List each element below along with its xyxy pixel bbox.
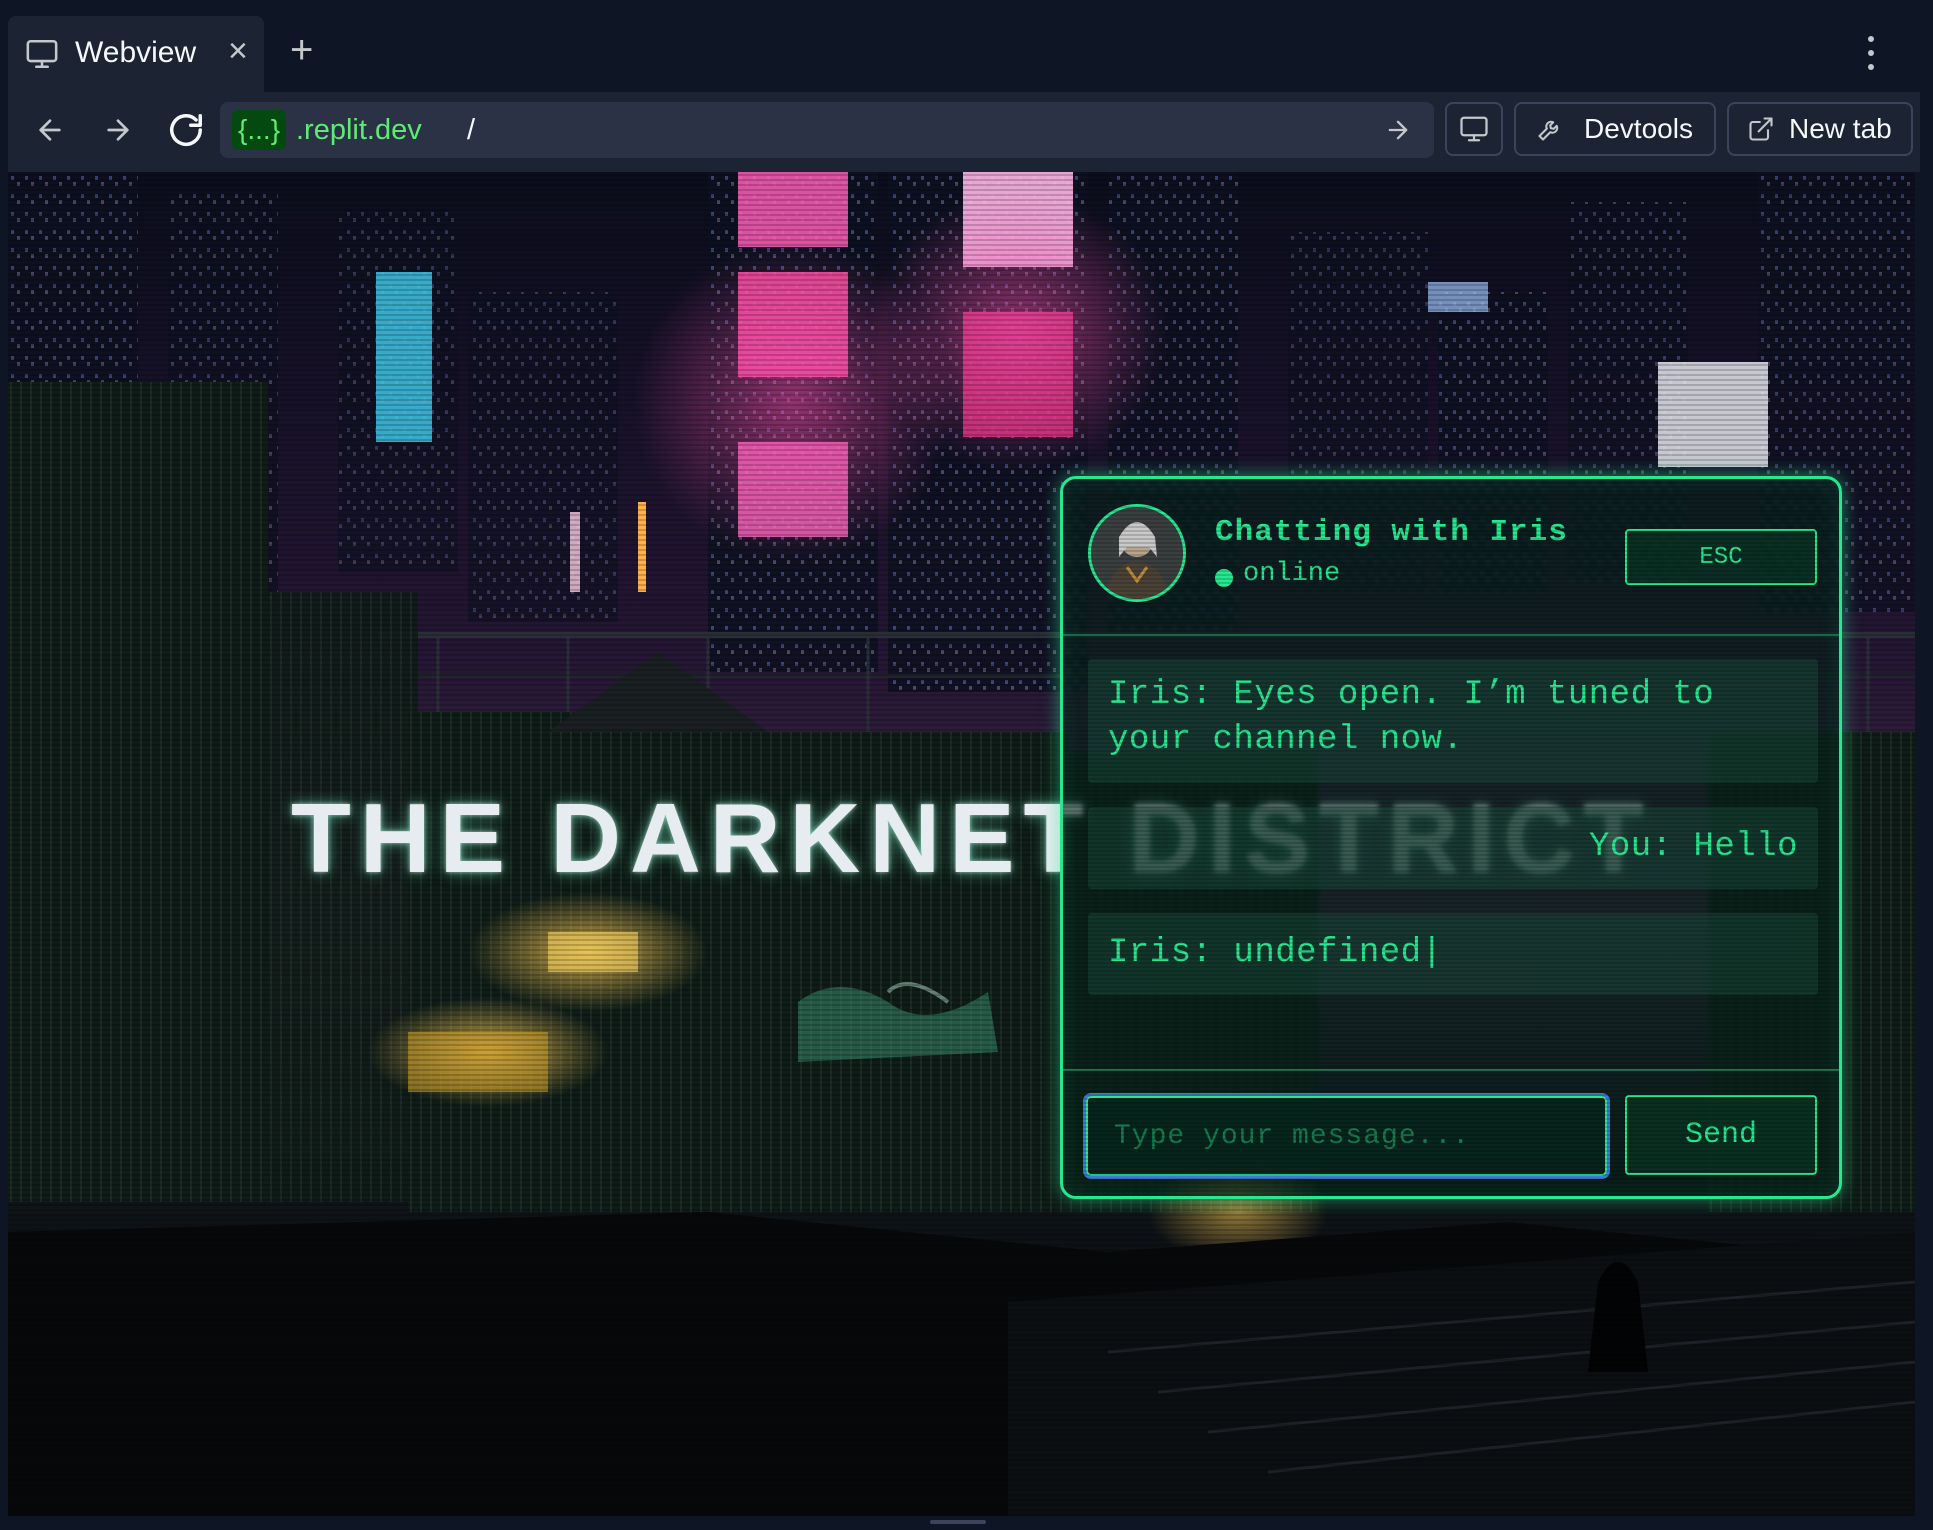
chat-header: Chatting with Iris online ESC xyxy=(1063,479,1839,636)
chat-message: You: Hello xyxy=(1088,807,1818,889)
chat-message: Iris: undefined| xyxy=(1088,913,1818,995)
browser-chrome: Webview × + {...} .replit.dev / Devtools… xyxy=(8,0,1920,172)
wrench-icon xyxy=(1538,120,1559,141)
typing-caret: | xyxy=(1421,934,1443,972)
reload-button[interactable] xyxy=(164,108,208,152)
message-text: You: Hello xyxy=(1588,828,1798,866)
new-tab-button[interactable]: New tab xyxy=(1727,102,1913,156)
status-dot-icon xyxy=(1215,569,1233,587)
kebab-menu-icon[interactable] xyxy=(1868,36,1874,70)
go-arrow-icon[interactable] xyxy=(1384,116,1412,144)
external-link-icon xyxy=(1749,117,1773,141)
arrow-right-icon xyxy=(107,119,129,141)
plus-icon[interactable]: + xyxy=(290,30,313,70)
devtools-button[interactable]: Devtools xyxy=(1514,102,1716,156)
character-portrait-icon xyxy=(1091,507,1183,599)
message-text: Iris: Eyes open. I’m tuned to your chann… xyxy=(1108,676,1715,759)
chat-title: Chatting with Iris xyxy=(1215,515,1568,550)
reload-icon xyxy=(170,114,202,146)
avatar xyxy=(1088,504,1186,602)
tab-webview[interactable]: Webview × xyxy=(8,16,264,92)
devtools-label: Devtools xyxy=(1584,113,1693,144)
url-bar[interactable]: {...} .replit.dev / xyxy=(220,102,1434,158)
message-input[interactable] xyxy=(1083,1093,1610,1179)
new-tab-label: New tab xyxy=(1789,113,1892,144)
message-text: Iris: undefined xyxy=(1108,934,1422,972)
close-icon[interactable]: × xyxy=(228,34,248,68)
send-button[interactable]: Send xyxy=(1625,1095,1817,1175)
forward-button[interactable] xyxy=(96,108,140,152)
status-text: online xyxy=(1243,559,1341,589)
webview-viewport: THE DARKNET DISTRICT Chatting with Iris … xyxy=(8,172,1915,1516)
chat-footer: Send xyxy=(1063,1069,1839,1198)
screen-button[interactable] xyxy=(1445,102,1503,156)
resize-handle[interactable] xyxy=(930,1520,986,1524)
url-chip: {...} xyxy=(232,110,287,150)
url-domain: .replit.dev xyxy=(296,114,422,146)
monitor-icon xyxy=(26,39,58,69)
esc-button[interactable]: ESC xyxy=(1625,529,1817,585)
tab-title: Webview xyxy=(75,36,197,69)
arrow-left-icon xyxy=(39,119,61,141)
url-path[interactable]: / xyxy=(467,110,475,150)
monitor-icon xyxy=(1460,116,1488,142)
back-button[interactable] xyxy=(28,108,72,152)
tab-bar: Webview × + xyxy=(8,0,1920,92)
chat-panel: Chatting with Iris online ESC Iris: Eyes… xyxy=(1060,476,1842,1199)
chat-message: Iris: Eyes open. I’m tuned to your chann… xyxy=(1088,659,1818,783)
